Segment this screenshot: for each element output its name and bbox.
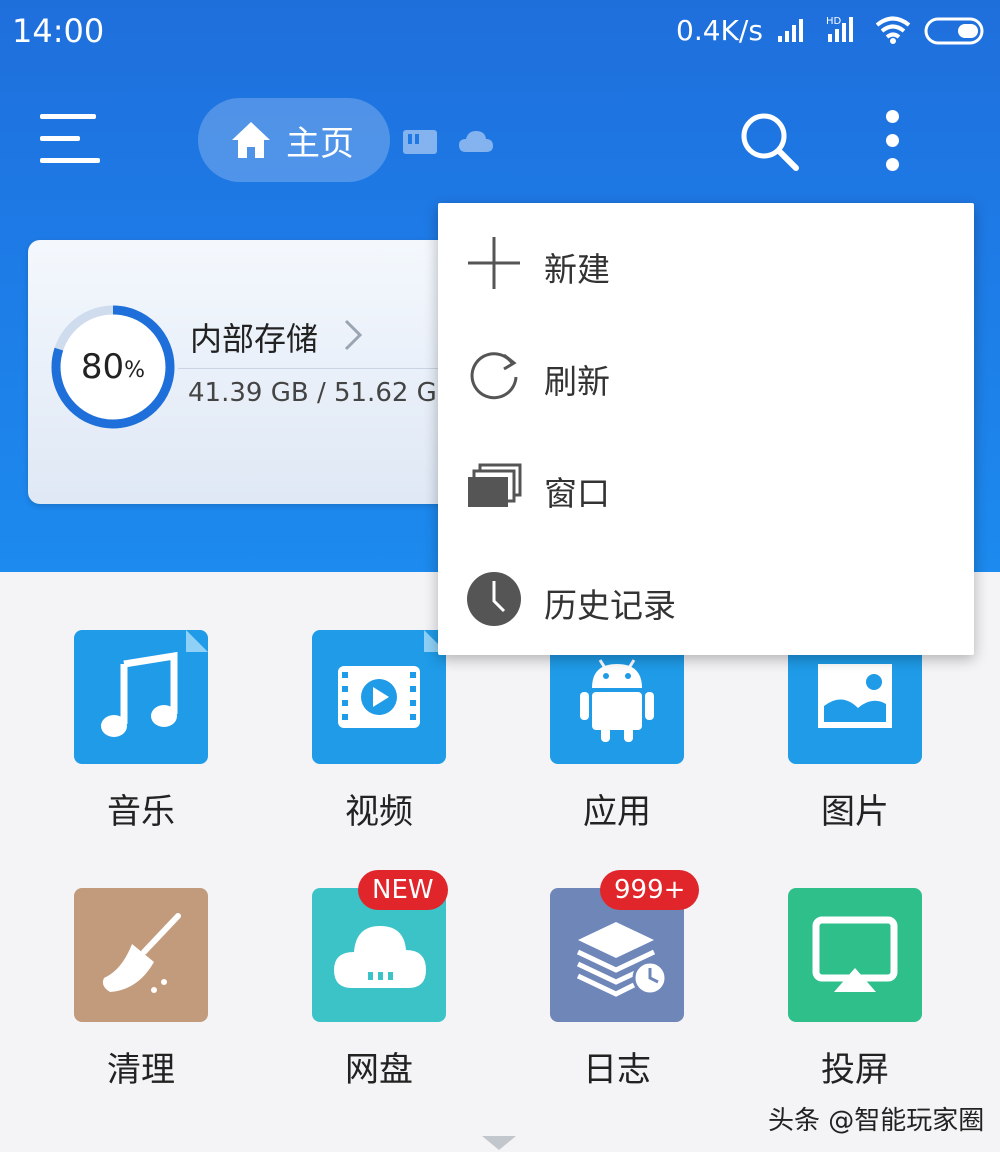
category-logs[interactable]: 999+ 日志 [514, 870, 714, 1108]
menu-item-refresh[interactable]: 刷新 [438, 319, 974, 431]
status-bar: 14:00 0.4K/s HD [0, 0, 1000, 62]
cloud-drive-label: 网盘 [345, 1050, 413, 1090]
storage-percent: 80 % [48, 302, 178, 432]
home-label: 主页 [286, 123, 354, 164]
storage-size: 41.39 GB / 51.62 GB [188, 378, 455, 408]
svg-text:HD: HD [826, 16, 842, 27]
more-options-icon[interactable] [876, 108, 910, 174]
network-speed: 0.4K/s [676, 14, 763, 47]
windows-icon [468, 463, 522, 507]
pictures-label: 图片 [821, 792, 889, 832]
sd-card-icon[interactable] [402, 128, 438, 156]
category-clean[interactable]: 清理 [38, 888, 238, 1108]
clean-tile [74, 888, 208, 1022]
category-cloud-drive[interactable]: NEW 网盘 [276, 870, 476, 1108]
cellular-signal-icon [778, 19, 803, 42]
category-video[interactable]: 视频 [276, 630, 476, 850]
logs-label: 日志 [583, 1050, 651, 1090]
menu-item-windows[interactable]: 窗口 [438, 431, 974, 543]
expand-down-icon[interactable] [482, 1136, 516, 1150]
app-bar: 主页 [0, 62, 1000, 222]
screen-cast-icon [812, 916, 898, 992]
hd-signal-icon: HD [826, 16, 853, 42]
music-tile [74, 630, 208, 764]
storage-percent-sign: % [124, 357, 146, 383]
video-label: 视频 [345, 792, 413, 832]
music-note-icon [101, 630, 208, 737]
storage-percent-value: 80 [80, 347, 125, 387]
video-tile [312, 630, 446, 764]
broom-icon [102, 913, 181, 993]
home-tab[interactable]: 主页 [198, 98, 390, 182]
new-badge: NEW [358, 870, 448, 910]
overflow-menu: 新建 刷新 窗口 历史记录 [438, 203, 974, 655]
search-icon[interactable] [738, 110, 800, 172]
category-screen-cast[interactable]: 投屏 [752, 888, 952, 1108]
screen-cast-tile [788, 888, 922, 1022]
count-badge: 999+ [600, 870, 700, 910]
category-music[interactable]: 音乐 [38, 630, 238, 850]
video-play-icon [338, 630, 446, 728]
watermark: 头条 @智能玩家圈 [768, 1106, 985, 1136]
plus-icon [468, 237, 520, 289]
wifi-icon [875, 16, 911, 44]
menu-item-new-label: 新建 [544, 250, 610, 289]
menu-item-refresh-label: 刷新 [544, 362, 610, 401]
refresh-icon [470, 352, 518, 400]
chevron-right-icon [344, 319, 363, 351]
battery-icon [924, 17, 984, 45]
category-pictures[interactable]: 图片 [752, 630, 952, 850]
clock-icon [467, 572, 521, 626]
menu-icon[interactable] [40, 112, 102, 164]
storage-title: 内部存储 [190, 320, 319, 358]
home-icon [232, 122, 270, 158]
status-time: 14:00 [12, 12, 105, 50]
menu-item-history-label: 历史记录 [544, 586, 676, 625]
category-apps[interactable]: 应用 [514, 630, 714, 850]
screen-cast-label: 投屏 [821, 1050, 889, 1090]
cloud-breadcrumb-icon[interactable] [458, 128, 494, 154]
music-label: 音乐 [107, 792, 175, 832]
menu-item-history[interactable]: 历史记录 [438, 543, 974, 655]
menu-item-new[interactable]: 新建 [438, 207, 974, 319]
menu-item-windows-label: 窗口 [544, 474, 610, 513]
clean-label: 清理 [107, 1050, 175, 1090]
apps-label: 应用 [583, 792, 651, 832]
